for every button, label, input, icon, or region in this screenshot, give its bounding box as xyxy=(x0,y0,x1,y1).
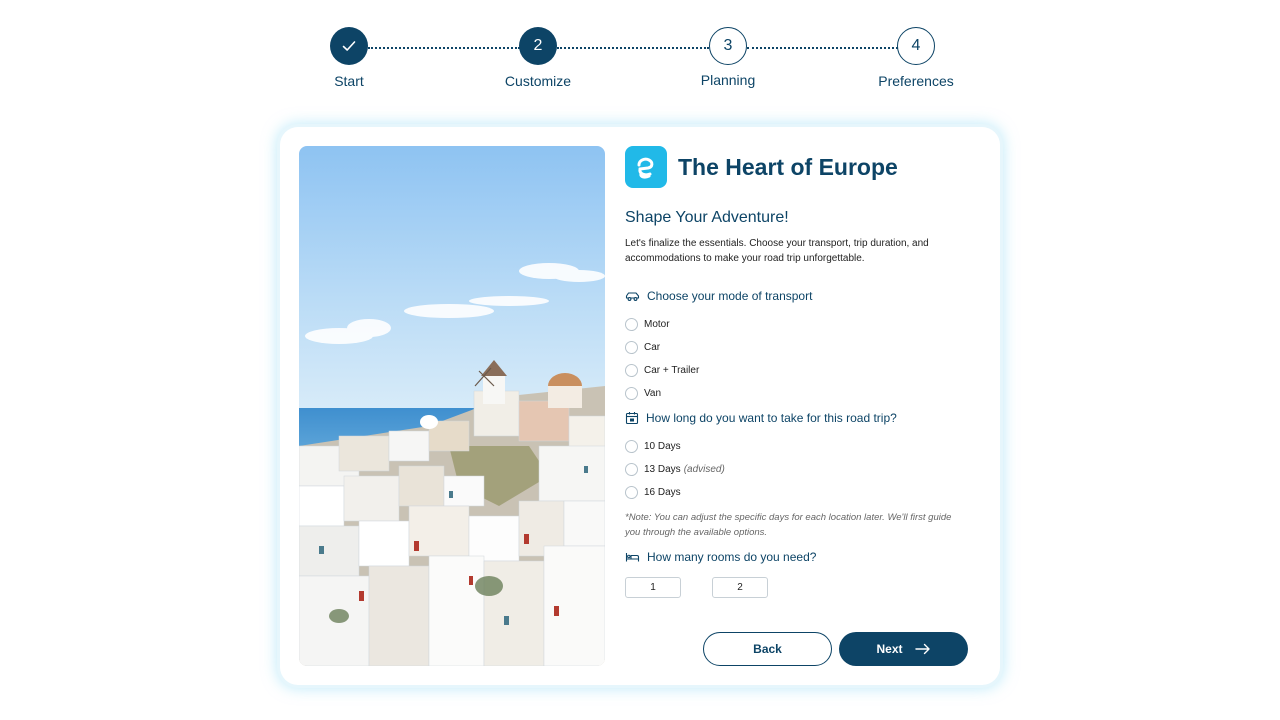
progress-stepper: Start 2 Customize 3 Planning 4 Preferenc… xyxy=(0,0,1280,100)
step-number: 4 xyxy=(897,27,935,65)
trip-card: The Heart of Europe Shape Your Adventure… xyxy=(280,127,1000,685)
step-planning[interactable]: 3 Planning xyxy=(658,27,798,88)
duration-note: *Note: You can adjust the specific days … xyxy=(625,512,952,538)
step-customize[interactable]: 2 Customize xyxy=(468,27,608,89)
transport-question: Choose your mode of transport xyxy=(625,289,965,303)
radio-button[interactable] xyxy=(625,440,638,453)
option-label: 13 Days xyxy=(644,464,681,475)
duration-question: How long do you want to take for this ro… xyxy=(625,411,965,425)
rooms-option-1[interactable]: 1 xyxy=(625,577,681,598)
radio-button[interactable] xyxy=(625,341,638,354)
step-start[interactable]: Start xyxy=(279,27,419,89)
transport-option-van[interactable]: Van xyxy=(625,382,965,405)
duration-question-label: How long do you want to take for this ro… xyxy=(646,411,897,425)
back-button[interactable]: Back xyxy=(703,632,832,666)
step-preferences[interactable]: 4 Preferences xyxy=(846,27,986,89)
calendar-icon xyxy=(625,412,639,425)
section-subtitle: Shape Your Adventure! xyxy=(625,209,789,226)
step-start-circle xyxy=(330,27,368,65)
transport-option-car-trailer[interactable]: Car + Trailer xyxy=(625,359,965,382)
radio-button[interactable] xyxy=(625,318,638,331)
section-description: Let's finalize the essentials. Choose yo… xyxy=(625,238,929,264)
option-label: 16 Days xyxy=(644,487,681,498)
bed-icon xyxy=(625,553,640,562)
transport-options: Motor Car Car + Trailer Van xyxy=(625,313,965,405)
option-label: Motor xyxy=(644,319,670,330)
step-label: Preferences xyxy=(878,73,954,89)
option-label: Car + Trailer xyxy=(644,365,700,376)
radio-button[interactable] xyxy=(625,364,638,377)
brand-logo-icon xyxy=(625,146,667,188)
back-button-label: Back xyxy=(753,642,782,656)
page-title: The Heart of Europe xyxy=(678,153,898,180)
rooms-question: How many rooms do you need? xyxy=(625,550,965,564)
form-content: The Heart of Europe Shape Your Adventure… xyxy=(625,145,965,564)
option-label: 10 Days xyxy=(644,441,681,452)
advised-tag: (advised) xyxy=(683,464,725,475)
step-number: 2 xyxy=(519,27,557,65)
step-label: Start xyxy=(334,73,364,89)
transport-option-motor[interactable]: Motor xyxy=(625,313,965,336)
step-number: 3 xyxy=(709,27,747,65)
transport-question-label: Choose your mode of transport xyxy=(647,289,813,303)
duration-option-10[interactable]: 10 Days xyxy=(625,435,965,458)
rooms-option-2[interactable]: 2 xyxy=(712,577,768,598)
rooms-question-label: How many rooms do you need? xyxy=(647,550,817,564)
duration-options: 10 Days 13 Days (advised) 16 Days xyxy=(625,435,965,504)
radio-button[interactable] xyxy=(625,387,638,400)
next-button[interactable]: Next xyxy=(839,632,968,666)
duration-option-13[interactable]: 13 Days (advised) xyxy=(625,458,965,481)
brand-header: The Heart of Europe xyxy=(625,145,965,189)
duration-option-16[interactable]: 16 Days xyxy=(625,481,965,504)
next-button-label: Next xyxy=(876,642,903,656)
destination-photo xyxy=(299,146,605,666)
step-label: Customize xyxy=(504,73,572,89)
transport-option-car[interactable]: Car xyxy=(625,336,965,359)
option-label: Car xyxy=(644,342,661,353)
santorini-image xyxy=(299,146,605,666)
step-label: Planning xyxy=(700,72,756,88)
check-icon xyxy=(342,41,356,51)
car-icon xyxy=(625,292,640,301)
radio-button[interactable] xyxy=(625,463,638,476)
arrow-right-icon xyxy=(914,643,930,655)
option-label: Van xyxy=(644,388,662,399)
radio-button[interactable] xyxy=(625,486,638,499)
